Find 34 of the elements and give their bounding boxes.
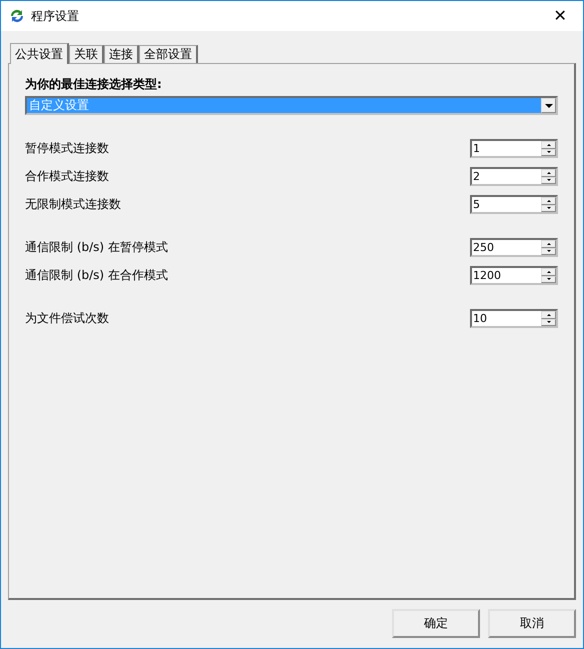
spin-down-icon[interactable]	[541, 318, 556, 326]
tab[interactable]: 关联	[69, 45, 104, 63]
number-spinner[interactable]: 10	[470, 309, 558, 328]
setting-label: 合作模式连接数	[25, 168, 109, 185]
spin-up-icon[interactable]	[541, 240, 556, 248]
tab[interactable]: 全部设置	[139, 45, 198, 63]
number-spinner[interactable]: 1	[470, 139, 558, 158]
number-spinner[interactable]: 1200	[470, 266, 558, 285]
spin-down-icon[interactable]	[541, 176, 556, 184]
spin-down-icon[interactable]	[541, 276, 556, 283]
number-spinner[interactable]: 5	[470, 195, 558, 214]
spin-up-icon[interactable]	[541, 268, 556, 276]
tab[interactable]: 连接	[104, 45, 139, 63]
close-button[interactable]: ✕	[537, 1, 583, 31]
spin-up-icon[interactable]	[541, 311, 556, 318]
dialog-button[interactable]: 取消	[488, 609, 576, 638]
spin-up-icon[interactable]	[541, 141, 556, 148]
number-spinner[interactable]: 250	[470, 238, 558, 257]
setting-label: 通信限制 (b/s) 在合作模式	[25, 267, 168, 284]
spin-down-icon[interactable]	[541, 204, 556, 212]
connection-type-label: 为你的最佳连接选择类型:	[25, 76, 163, 93]
setting-label: 暂停模式连接数	[25, 140, 109, 157]
setting-label: 无限制模式连接数	[25, 196, 121, 213]
spin-down-icon[interactable]	[541, 248, 556, 255]
spin-down-icon[interactable]	[541, 148, 556, 156]
setting-label: 为文件偿试次数	[25, 310, 109, 327]
tab[interactable]: 公共设置	[10, 43, 69, 64]
number-spinner[interactable]: 2	[470, 167, 558, 186]
spin-up-icon[interactable]	[541, 197, 556, 204]
spin-up-icon[interactable]	[541, 169, 556, 176]
setting-label: 通信限制 (b/s) 在暂停模式	[25, 239, 168, 256]
dialog-button[interactable]: 确定	[392, 609, 480, 638]
arrows-icon	[9, 8, 25, 24]
window-title: 程序设置	[31, 8, 79, 24]
